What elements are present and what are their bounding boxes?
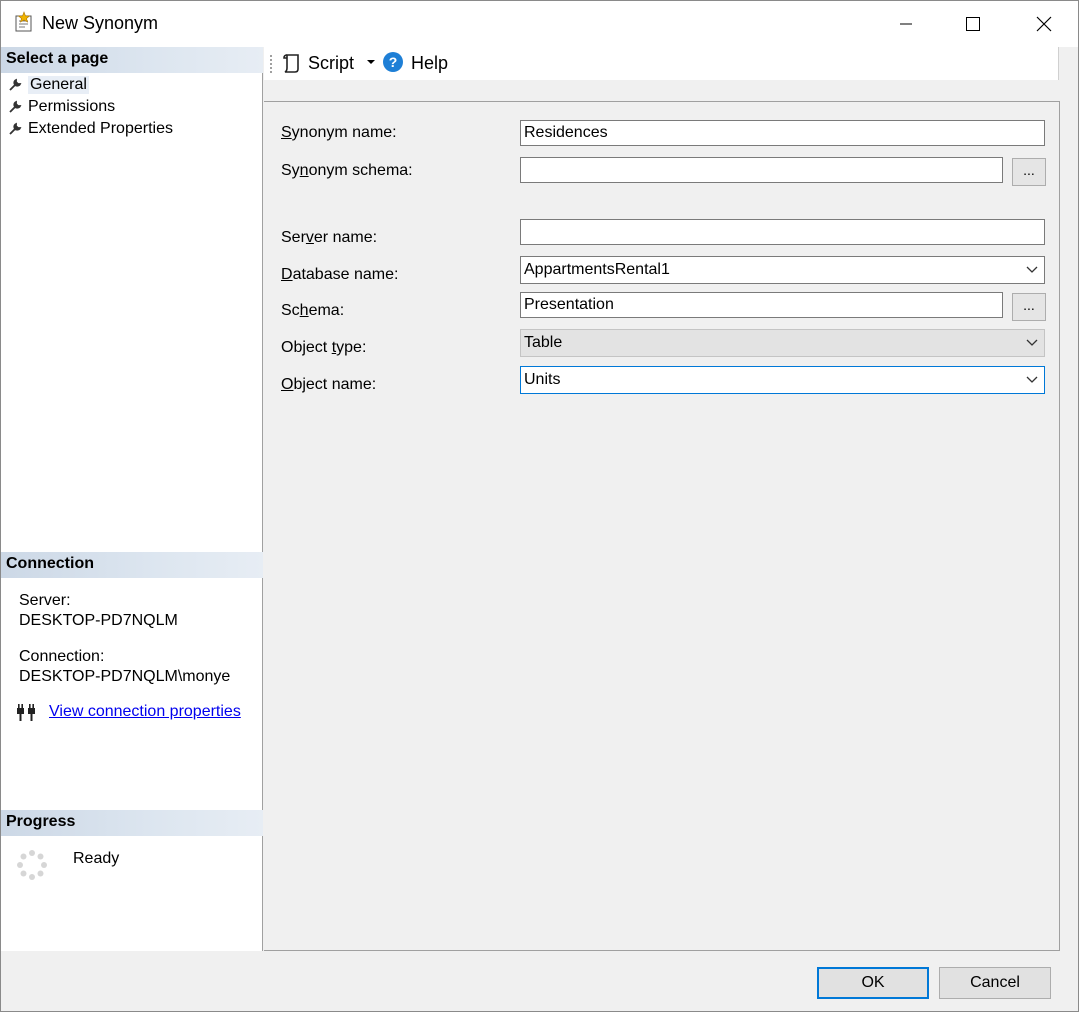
svg-text:?: ?	[389, 54, 398, 70]
page-item-permissions[interactable]: Permissions	[8, 96, 115, 118]
progress-header: Progress	[1, 810, 263, 836]
object-name-combobox[interactable]: Units	[520, 366, 1045, 394]
server-name-label: Server name:	[281, 229, 378, 246]
chevron-down-icon	[1026, 339, 1038, 346]
script-dropdown-arrow-icon[interactable]	[367, 60, 375, 64]
select-page-header: Select a page	[1, 47, 263, 73]
plug-icon	[17, 704, 35, 721]
title-bar: New Synonym	[1, 1, 1078, 47]
cancel-button[interactable]: Cancel	[939, 967, 1051, 999]
script-icon[interactable]	[281, 52, 303, 74]
help-icon[interactable]: ?	[382, 51, 404, 73]
server-value: DESKTOP-PD7NQLM	[19, 612, 178, 629]
server-label: Server:	[19, 592, 71, 609]
object-name-label: Object name:	[281, 376, 377, 393]
object-name-value: Units	[524, 371, 561, 388]
wrench-icon	[9, 122, 22, 135]
database-name-combobox[interactable]: AppartmentsRental1	[520, 256, 1045, 284]
connection-header: Connection	[1, 552, 263, 578]
object-type-label: Object type:	[281, 339, 367, 356]
page-item-extended-properties[interactable]: Extended Properties	[8, 118, 173, 140]
wrench-icon	[9, 100, 22, 113]
object-type-value: Table	[524, 334, 563, 351]
page-item-label: Permissions	[28, 98, 116, 115]
connection-value: DESKTOP-PD7NQLM\monye	[19, 668, 231, 685]
help-button[interactable]: Help	[411, 53, 448, 74]
new-synonym-app-icon	[15, 11, 32, 32]
toolbar-grip	[270, 55, 272, 73]
maximize-button[interactable]	[938, 1, 1008, 47]
page-item-label: Extended Properties	[28, 120, 173, 137]
toolbar: Script ? Help	[264, 47, 1059, 80]
wrench-icon	[9, 78, 22, 91]
synonym-name-label: Synonym name:	[281, 124, 397, 141]
schema-browse-button[interactable]: ...	[1012, 293, 1046, 321]
server-name-input[interactable]	[520, 219, 1045, 245]
database-name-value: AppartmentsRental1	[524, 261, 670, 278]
page-item-general[interactable]: General	[8, 74, 89, 96]
chevron-down-icon	[1026, 266, 1038, 273]
synonym-schema-label: Synonym schema:	[281, 162, 413, 179]
object-type-combobox[interactable]: Table	[520, 329, 1045, 357]
close-button[interactable]	[1009, 1, 1079, 47]
connection-label: Connection:	[19, 648, 105, 665]
minimize-icon	[900, 23, 912, 25]
database-name-label: Database name:	[281, 266, 399, 283]
progress-spinner-icon	[17, 850, 47, 880]
synonym-schema-input[interactable]	[520, 157, 1003, 183]
chevron-down-icon	[1026, 376, 1038, 383]
ok-button[interactable]: OK	[817, 967, 929, 999]
schema-label: Schema:	[281, 302, 345, 319]
synonym-name-input[interactable]	[520, 120, 1045, 146]
script-button[interactable]: Script	[308, 53, 354, 74]
view-connection-properties-link[interactable]: View connection properties	[49, 703, 241, 721]
synonym-schema-browse-button[interactable]: ...	[1012, 158, 1046, 186]
close-icon	[1036, 16, 1052, 32]
new-synonym-dialog: New Synonym Select a page General Permis…	[0, 0, 1079, 1012]
progress-status: Ready	[73, 850, 120, 867]
page-item-label: General	[28, 76, 89, 94]
window-title: New Synonym	[42, 13, 159, 33]
maximize-icon	[966, 17, 980, 31]
left-pane: Select a page General Permissions Extend…	[1, 47, 263, 951]
minimize-button[interactable]	[871, 1, 941, 47]
schema-input[interactable]	[520, 292, 1003, 318]
